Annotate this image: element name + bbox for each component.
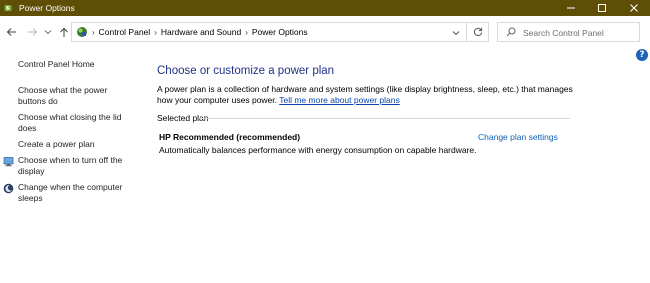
breadcrumb-power-options[interactable]: Power Options <box>252 27 308 37</box>
refresh-icon <box>473 27 482 37</box>
sidebar-item-control-panel-home[interactable]: Control Panel Home <box>18 59 95 70</box>
up-button[interactable] <box>57 25 71 39</box>
search-input[interactable] <box>523 26 635 39</box>
control-panel-icon <box>76 26 88 38</box>
forward-arrow-icon <box>27 28 37 36</box>
section-divider <box>199 118 570 119</box>
breadcrumb-separator[interactable]: › <box>154 28 157 37</box>
refresh-button[interactable] <box>467 22 489 42</box>
breadcrumb: › Control Panel › Hardware and Sound › P… <box>92 27 308 37</box>
address-dropdown-button[interactable] <box>450 27 462 39</box>
tell-me-more-link[interactable]: Tell me more about power plans <box>279 95 399 105</box>
breadcrumb-hardware-and-sound[interactable]: Hardware and Sound <box>161 27 241 37</box>
chevron-down-icon <box>44 30 52 35</box>
power-options-icon <box>4 3 14 13</box>
change-plan-settings-link[interactable]: Change plan settings <box>478 132 558 142</box>
close-button[interactable] <box>618 0 650 16</box>
up-arrow-icon <box>60 27 68 37</box>
sidebar-item-power-buttons[interactable]: Choose what the power buttons do <box>18 85 128 107</box>
address-bar[interactable]: › Control Panel › Hardware and Sound › P… <box>71 22 467 42</box>
title-bar: Power Options <box>0 0 650 16</box>
chevron-down-icon <box>452 31 460 36</box>
page-title: Choose or customize a power plan <box>157 65 335 77</box>
window-title: Power Options <box>19 3 75 13</box>
plan-description: Automatically balances performance with … <box>159 145 477 155</box>
page-description: A power plan is a collection of hardware… <box>157 84 582 106</box>
navigation-bar: › Control Panel › Hardware and Sound › P… <box>0 16 650 48</box>
display-icon <box>3 156 14 167</box>
minimize-button[interactable] <box>555 0 587 16</box>
search-icon <box>506 27 516 39</box>
sidebar-item-turn-off-display[interactable]: Choose when to turn off the display <box>18 155 133 177</box>
maximize-button[interactable] <box>586 0 618 16</box>
plan-name: HP Recommended (recommended) <box>159 132 301 142</box>
sidebar-item-create-power-plan[interactable]: Create a power plan <box>18 139 95 150</box>
breadcrumb-separator[interactable]: › <box>245 28 248 37</box>
back-arrow-icon <box>6 28 16 36</box>
sidebar-item-closing-lid[interactable]: Choose what closing the lid does <box>18 112 133 134</box>
recent-locations-button[interactable] <box>41 25 55 39</box>
sleep-moon-icon <box>3 183 14 194</box>
breadcrumb-separator: › <box>92 27 95 37</box>
breadcrumb-control-panel[interactable]: Control Panel <box>99 27 151 37</box>
sidebar-item-computer-sleeps[interactable]: Change when the computer sleeps <box>18 182 133 204</box>
forward-button[interactable] <box>25 25 39 39</box>
search-box[interactable] <box>497 22 640 42</box>
help-button[interactable]: ? <box>636 49 648 61</box>
back-button[interactable] <box>4 25 18 39</box>
